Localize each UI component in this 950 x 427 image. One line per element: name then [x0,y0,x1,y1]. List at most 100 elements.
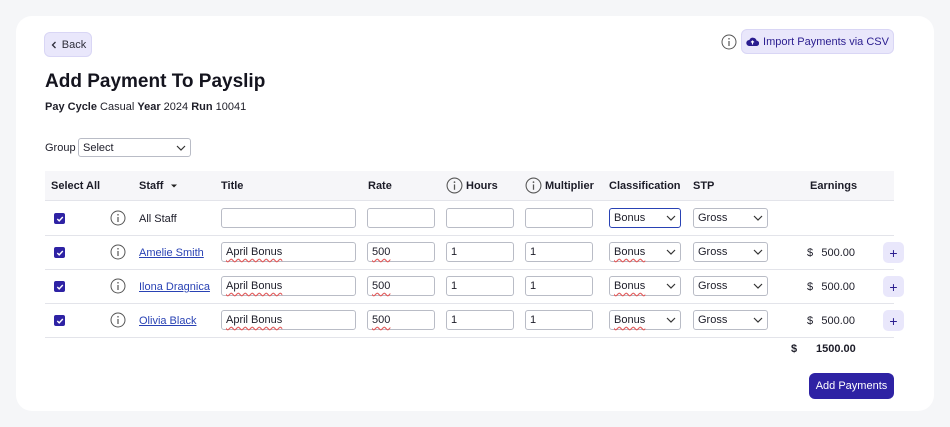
earnings-value: 500.00 [821,281,855,293]
add-row-button[interactable]: + [883,242,904,263]
staff-link[interactable]: Olivia Black [139,315,196,327]
stp-select[interactable]: Gross [693,276,768,296]
chevron-down-icon [666,215,676,221]
stp-select[interactable]: Gross [693,208,768,228]
check-icon [56,216,63,222]
classification-value: Bonus [614,246,646,258]
add-payments-button[interactable]: Add Payments [809,373,894,399]
total-currency: $ [791,343,798,355]
cloud-upload-icon [746,37,760,47]
staff-header[interactable]: Staff [139,180,178,192]
check-icon [56,250,63,256]
pay-cycle-value: Casual [100,101,135,113]
chevron-down-icon [753,215,763,221]
rate-value: 500 [372,314,391,326]
stp-header: STP [693,180,715,192]
group-select[interactable]: Select [78,138,191,157]
multiplier-input[interactable]: 1 [525,310,593,330]
chevron-down-icon [753,249,763,255]
rate-input[interactable] [367,208,435,228]
plus-icon: + [889,312,898,329]
stp-select[interactable]: Gross [693,242,768,262]
rate-input[interactable]: 500 [367,242,435,262]
plus-icon: + [889,278,898,295]
info-icon[interactable] [110,312,126,328]
table-row: Amelie Smith April Bonus 500 1 1 Bonus G… [45,236,904,270]
title-value: April Bonus [226,280,283,292]
sort-down-icon [170,184,177,188]
info-icon[interactable] [110,278,126,294]
stp-value: Gross [698,246,728,258]
rate-input[interactable]: 500 [367,276,435,296]
select-all-header[interactable]: Select All [51,180,100,192]
multiplier-input[interactable]: 1 [525,242,593,262]
classification-select[interactable]: Bonus [609,276,681,296]
table-row: Olivia Black April Bonus 500 1 1 Bonus G… [45,304,904,338]
rate-input[interactable]: 500 [367,310,435,330]
staff-link[interactable]: Ilona Dragnica [139,281,210,293]
add-row-button[interactable]: + [883,276,904,297]
classification-value: Bonus [614,280,646,292]
earnings-header: Earnings [810,180,858,192]
classification-select[interactable]: Bonus [609,242,681,262]
title-input[interactable]: April Bonus [221,242,356,262]
rate-value: 500 [372,280,391,292]
run-value: 10041 [215,101,247,113]
hours-input[interactable]: 1 [446,242,514,262]
stp-select[interactable]: Gross [693,310,768,330]
title-input[interactable]: April Bonus [221,276,356,296]
row-checkbox[interactable] [54,315,65,326]
row-checkbox[interactable] [54,247,65,258]
import-csv-button[interactable]: Import Payments via CSV [741,29,894,54]
title-header: Title [221,180,244,192]
currency-symbol: $ [807,315,814,327]
stp-value: Gross [698,212,728,224]
stp-value: Gross [698,314,728,326]
chevron-down-icon [176,145,186,151]
page-title: Add Payment To Payslip [45,71,266,92]
table-row: Ilona Dragnica April Bonus 500 1 1 Bonus… [45,270,904,304]
classification-value: Bonus [614,212,646,224]
staff-header-label: Staff [139,180,164,192]
classification-select[interactable]: Bonus [609,208,681,228]
info-icon[interactable] [446,177,463,194]
hours-header: Hours [466,180,498,192]
back-button[interactable]: Back [44,32,92,57]
chevron-down-icon [666,249,676,255]
classification-header: Classification [609,180,681,192]
add-row-button[interactable]: + [883,310,904,331]
info-icon[interactable] [110,244,126,260]
chevron-down-icon [753,283,763,289]
check-icon [56,318,63,324]
title-input[interactable]: April Bonus [221,310,356,330]
currency-symbol: $ [807,247,814,259]
info-icon[interactable] [721,34,737,50]
select-all-checkbox[interactable] [54,213,65,224]
hours-input[interactable] [446,208,514,228]
hours-input[interactable]: 1 [446,310,514,330]
stp-value: Gross [698,280,728,292]
chevron-down-icon [666,283,676,289]
earnings-value: 500.00 [821,247,855,259]
total-earnings: 1500.00 [816,343,856,355]
group-select-value: Select [83,141,114,154]
plus-icon: + [889,244,898,261]
rate-header: Rate [368,180,392,192]
classification-select[interactable]: Bonus [609,310,681,330]
year-value: 2024 [163,101,189,113]
staff-link[interactable]: Amelie Smith [139,247,204,259]
chevron-down-icon [666,317,676,323]
rate-value: 500 [372,246,391,258]
info-icon[interactable] [525,177,542,194]
title-input[interactable] [221,208,356,228]
multiplier-input[interactable] [525,208,593,228]
earnings-value: 500.00 [821,315,855,327]
row-checkbox[interactable] [54,281,65,292]
group-label: Group [45,142,76,154]
chevron-down-icon [753,317,763,323]
hours-input[interactable]: 1 [446,276,514,296]
table-header: Select All Staff Title Rate Hours Multip… [45,171,894,201]
multiplier-input[interactable]: 1 [525,276,593,296]
info-icon[interactable] [110,210,126,226]
payment-card: Back Import Payments via CSV Add Payment… [16,16,934,411]
